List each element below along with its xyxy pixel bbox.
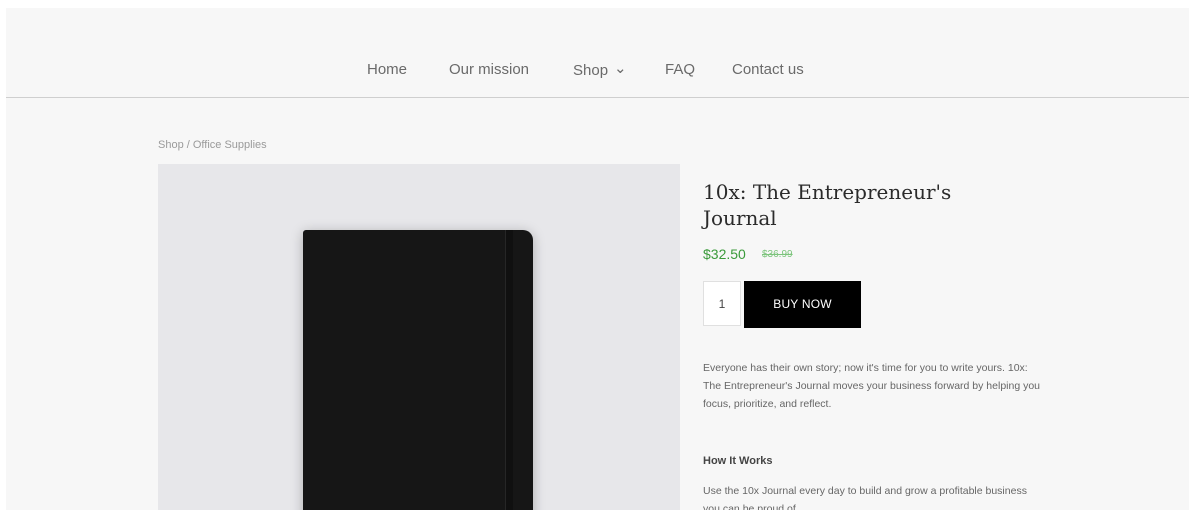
nav-shop-label: Shop — [573, 62, 609, 79]
buy-now-button[interactable]: BUY NOW — [744, 281, 861, 328]
product-title: 10x: The Entrepreneur's Journal — [703, 180, 952, 230]
breadcrumb[interactable]: Shop / Office Supplies — [158, 139, 267, 151]
nav-faq-link[interactable]: FAQ — [665, 61, 695, 78]
how-it-works-heading: How It Works — [703, 455, 773, 467]
chevron-down-icon: ⌄ — [614, 60, 627, 77]
how-it-works-text: Use the 10x Journal every day to build a… — [703, 485, 1027, 510]
nav-contact-link[interactable]: Contact us — [732, 61, 804, 78]
nav-our-mission-link[interactable]: Our mission — [449, 61, 529, 78]
product-description: Everyone has their own story; now it's t… — [703, 362, 1041, 410]
product-price: $32.50 — [703, 246, 746, 262]
page: Home Our mission Shop ⌄ FAQ Contact us Sh… — [6, 8, 1189, 510]
product-old-price: $36.99 — [762, 249, 793, 260]
top-navigation: Home Our mission Shop ⌄ FAQ Contact us — [6, 8, 1189, 98]
journal-elastic-band — [505, 230, 513, 510]
quantity-input[interactable] — [703, 281, 741, 326]
nav-shop-link[interactable]: Shop ⌄ — [573, 60, 627, 79]
product-image — [158, 164, 680, 510]
nav-home-link[interactable]: Home — [367, 61, 407, 78]
journal-illustration — [303, 230, 533, 510]
